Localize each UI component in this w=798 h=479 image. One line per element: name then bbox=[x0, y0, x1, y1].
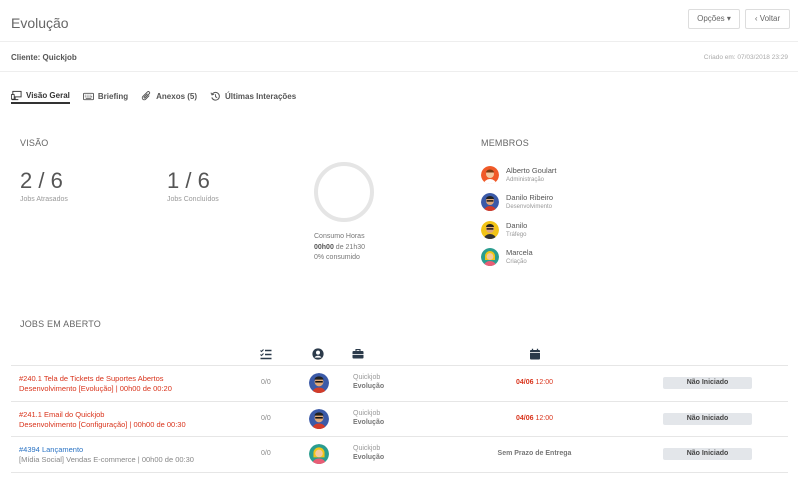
job-subtitle: [Mídia Social] Vendas E-commerce | 00h00… bbox=[19, 455, 194, 464]
done-jobs-value: 1 / 6 bbox=[167, 168, 210, 193]
job-client: Quickjob bbox=[353, 374, 381, 381]
status-badge: Não Iniciado bbox=[663, 413, 752, 425]
hours-line: 00h00 de 21h30 bbox=[314, 243, 365, 254]
member-role: Tráfego bbox=[506, 232, 527, 238]
table-row[interactable]: #240.1 Tela de Tickets de Suportes Abert… bbox=[11, 366, 788, 401]
job-client: Quickjob bbox=[353, 445, 381, 452]
monitor-icon bbox=[11, 90, 22, 100]
job-title-link[interactable]: #4394 Lançamento bbox=[19, 445, 83, 454]
job-project: Evolução bbox=[353, 383, 385, 390]
tab-briefing[interactable]: Briefing bbox=[82, 88, 129, 104]
hours-total: de 21h30 bbox=[333, 243, 366, 251]
divider bbox=[11, 472, 788, 473]
tab-attachments[interactable]: Anexos (5) bbox=[141, 88, 197, 104]
task-count: 0/0 bbox=[261, 415, 271, 422]
due-date-day: 04/06 bbox=[516, 415, 534, 422]
job-title-link[interactable]: #240.1 Tela de Tickets de Suportes Abert… bbox=[19, 374, 164, 383]
job-client: Quickjob bbox=[353, 410, 381, 417]
avatar bbox=[309, 409, 329, 429]
tab-label: Briefing bbox=[97, 91, 129, 101]
tab-bar: Visão Geral Briefing Anexos (5) Últimas … bbox=[11, 88, 296, 104]
client-bar: Cliente: Quickjob Criado em: 07/03/2018 … bbox=[0, 42, 798, 72]
checklist-icon bbox=[260, 349, 272, 360]
job-project: Evolução bbox=[353, 419, 385, 426]
avatar bbox=[481, 221, 499, 239]
back-button[interactable]: ‹ Voltar bbox=[745, 9, 790, 29]
late-jobs-value: 2 / 6 bbox=[20, 168, 63, 193]
member-role: Administração bbox=[506, 177, 545, 183]
calendar-icon bbox=[530, 348, 540, 360]
member-name: Alberto Goulart bbox=[506, 166, 557, 175]
done-jobs-label: Jobs Concluídos bbox=[167, 196, 219, 203]
member-role: Desenvolvimento bbox=[506, 204, 553, 210]
paperclip-icon bbox=[141, 90, 151, 100]
tab-label: Anexos (5) bbox=[156, 91, 198, 101]
created-date: Criado em: 07/03/2018 23:29 bbox=[703, 54, 788, 61]
history-icon bbox=[210, 91, 220, 101]
page-title: Evolução bbox=[11, 15, 69, 31]
job-subtitle: Desenvolvimento [Evolução] | 00h00 de 00… bbox=[19, 384, 172, 393]
avatar bbox=[309, 444, 329, 464]
options-button[interactable]: Opções ▾ bbox=[688, 9, 740, 29]
member-role: Criação bbox=[506, 259, 527, 265]
task-count: 0/0 bbox=[261, 450, 271, 457]
job-title-link[interactable]: #241.1 Email do Quickjob bbox=[19, 410, 104, 419]
client-label: Cliente: Quickjob bbox=[11, 53, 77, 62]
user-icon bbox=[312, 348, 324, 360]
jobs-title: JOBS EM ABERTO bbox=[20, 319, 101, 329]
hours-label: Consumo Horas bbox=[314, 233, 365, 240]
due-date: 04/06 12:00 bbox=[481, 415, 588, 422]
member-name: Danilo bbox=[506, 221, 528, 230]
table-row[interactable]: #4394 Lançamento [Mídia Social] Vendas E… bbox=[11, 437, 788, 472]
due-date-day: 04/06 bbox=[516, 379, 534, 386]
tab-last-interactions[interactable]: Últimas Interações bbox=[210, 88, 296, 104]
member-name: Danilo Ribeiro bbox=[506, 193, 554, 202]
hours-summary: Consumo Horas 00h00 de 21h30 0% consumid… bbox=[314, 232, 365, 264]
task-count: 0/0 bbox=[261, 379, 271, 386]
avatar bbox=[481, 166, 499, 184]
due-date: 04/06 12:00 bbox=[481, 379, 588, 386]
due-date-time: 12:00 bbox=[533, 415, 553, 422]
members-title: MEMBROS bbox=[481, 138, 529, 148]
due-date: Sem Prazo de Entrega bbox=[497, 450, 572, 457]
hours-percent: 0% consumido bbox=[314, 254, 360, 261]
avatar bbox=[481, 248, 499, 266]
overview-title: VISÃO bbox=[20, 138, 49, 148]
tab-label: Últimas Interações bbox=[225, 91, 297, 101]
keyboard-icon bbox=[82, 92, 94, 100]
job-project: Evolução bbox=[353, 454, 385, 461]
status-badge: Não Iniciado bbox=[663, 448, 752, 460]
top-bar: Evolução Opções ▾ ‹ Voltar bbox=[0, 0, 798, 42]
hours-donut-chart bbox=[314, 162, 374, 222]
tab-label: Visão Geral bbox=[26, 90, 70, 100]
job-subtitle: Desenvolvimento [Configuração] | 00h00 d… bbox=[19, 420, 186, 429]
tab-overview[interactable]: Visão Geral bbox=[11, 88, 70, 104]
status-badge: Não Iniciado bbox=[663, 377, 752, 389]
avatar bbox=[309, 373, 329, 393]
due-date-time: 12:00 bbox=[533, 379, 553, 386]
late-jobs-label: Jobs Atrasados bbox=[20, 196, 68, 203]
table-row[interactable]: #241.1 Email do Quickjob Desenvolvimento… bbox=[11, 402, 788, 437]
briefcase-icon bbox=[352, 349, 364, 359]
hours-used: 00h00 bbox=[314, 243, 334, 251]
avatar bbox=[481, 193, 499, 211]
member-name: Marcela bbox=[506, 248, 533, 257]
